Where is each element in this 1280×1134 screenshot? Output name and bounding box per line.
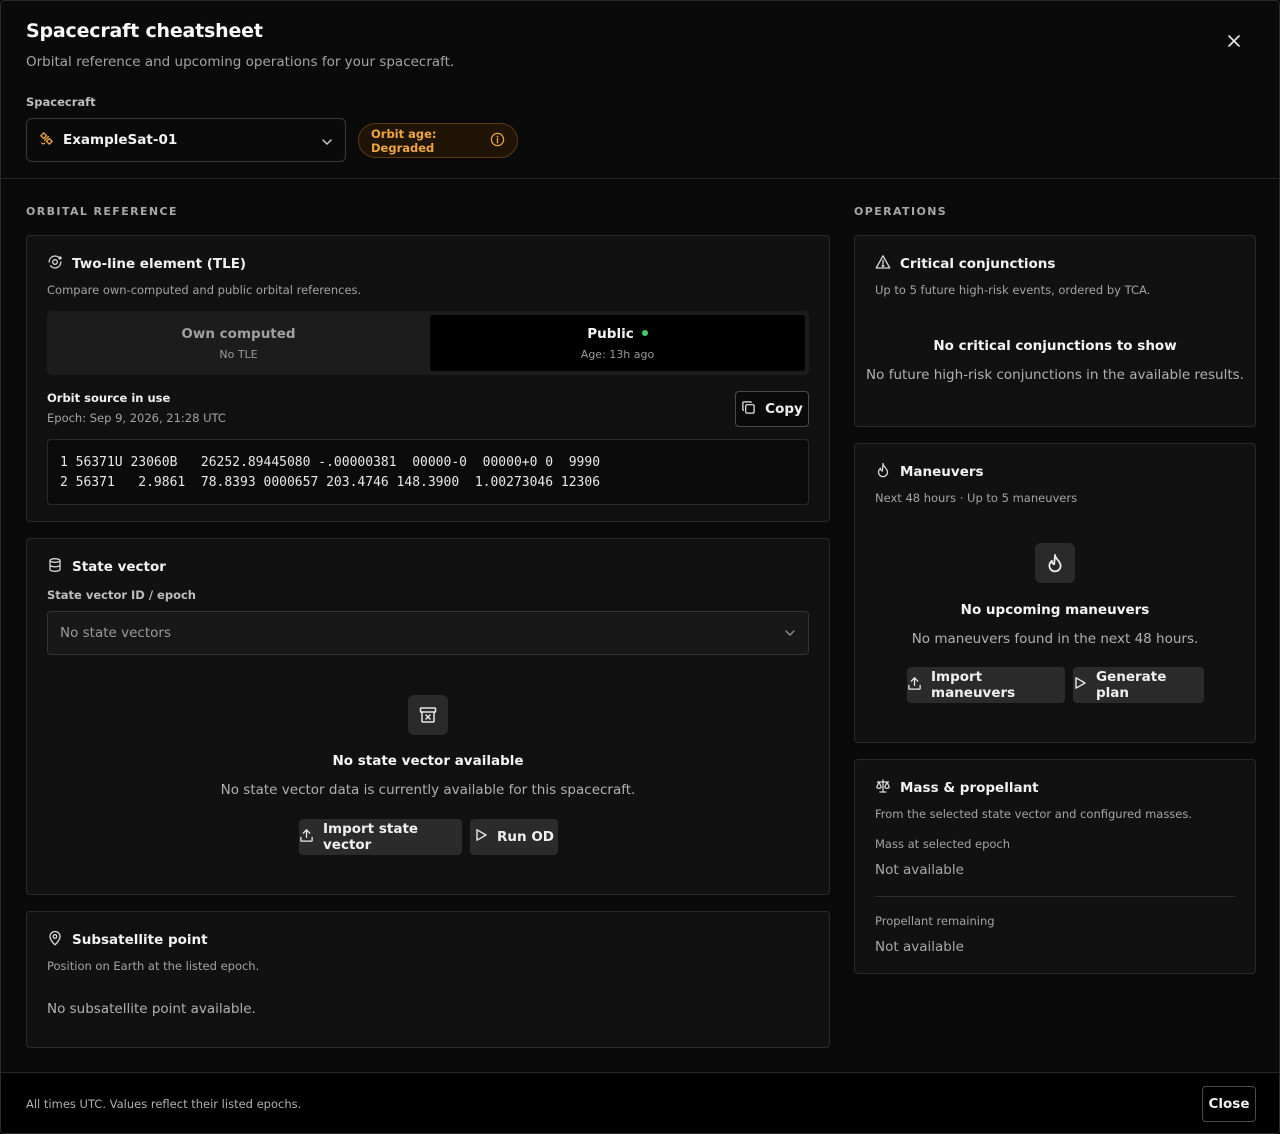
upload-icon	[907, 676, 931, 695]
orbital-reference-heading: ORBITAL REFERENCE	[26, 205, 178, 218]
subsatellite-desc: Position on Earth at the listed epoch.	[47, 959, 260, 973]
orbit-age-text: Orbit age: Degraded	[371, 126, 437, 155]
tle-epoch: Epoch: Sep 9, 2026, 21:28 UTC	[47, 411, 226, 425]
propellant-value: Not available	[875, 939, 964, 955]
dialog-header: Spacecraft cheatsheet Orbital reference …	[1, 1, 1279, 179]
subsatellite-card: Subsatellite point Position on Earth at …	[26, 911, 830, 1048]
dialog-subtitle: Orbital reference and upcoming operation…	[26, 54, 455, 70]
subsatellite-empty: No subsatellite point available.	[47, 1001, 256, 1017]
divider	[875, 896, 1235, 897]
copy-icon	[741, 400, 765, 419]
state-vector-field-label: State vector ID / epoch	[47, 588, 196, 602]
close-label: Close	[1208, 1096, 1250, 1112]
state-vector-title-text: State vector	[72, 559, 166, 575]
import-maneuvers-label: Import maneuvers	[931, 669, 1016, 701]
mass-label: Mass at selected epoch	[875, 837, 1011, 851]
state-vector-select-value: No state vectors	[60, 625, 171, 641]
map-pin-icon	[47, 930, 72, 950]
run-od-button[interactable]: Run OD	[470, 819, 558, 855]
operations-heading: OPERATIONS	[854, 205, 948, 218]
conjunctions-empty-desc: No future high-risk conjunctions in the …	[866, 367, 1244, 383]
own-computed-label: Own computed	[181, 325, 296, 342]
chevron-down-icon	[784, 627, 796, 643]
tab-own-computed[interactable]: Own computed No TLE	[47, 311, 430, 375]
tle-text-block[interactable]: 1 56371U 23060B 26252.89445080 -.0000038…	[47, 439, 809, 505]
orbit-source-label: Orbit source in use	[47, 391, 171, 405]
mass-propellant-card: Mass & propellant From the selected stat…	[854, 759, 1256, 974]
play-icon	[474, 828, 497, 846]
maneuvers-desc: Next 48 hours · Up to 5 maneuvers	[875, 491, 1078, 505]
maneuvers-card: Maneuvers Next 48 hours · Up to 5 maneuv…	[854, 443, 1256, 743]
state-vector-empty-desc: No state vector data is currently availa…	[220, 782, 636, 798]
tle-title: Two-line element (TLE)	[47, 254, 246, 274]
warning-icon	[875, 254, 900, 274]
mass-value: Not available	[875, 862, 964, 878]
tle-title-text: Two-line element (TLE)	[72, 256, 247, 272]
tle-desc: Compare own-computed and public orbital …	[47, 283, 362, 297]
conjunctions-card: Critical conjunctions Up to 5 future hig…	[854, 235, 1256, 427]
generate-plan-button[interactable]: Generate plan	[1073, 667, 1204, 703]
maneuvers-title-text: Maneuvers	[900, 464, 984, 480]
propellant-label: Propellant remaining	[875, 914, 995, 928]
footer-note: All times UTC. Values reflect their list…	[26, 1097, 302, 1111]
play-icon	[1073, 676, 1096, 694]
tle-source-toggle: Own computed No TLE Public Age: 13h ago	[47, 311, 809, 375]
cheatsheet-dialog: Spacecraft cheatsheet Orbital reference …	[0, 0, 1280, 1134]
own-computed-status: No TLE	[219, 347, 258, 361]
state-vector-select[interactable]: No state vectors	[47, 611, 809, 655]
tle-line-2: 2 56371 2.9861 78.8393 0000657 203.4746 …	[60, 475, 601, 490]
close-button[interactable]: Close	[1202, 1086, 1256, 1122]
close-icon[interactable]	[1221, 28, 1247, 54]
chevron-down-icon	[321, 133, 333, 152]
state-vector-card: State vector State vector ID / epoch No …	[26, 538, 830, 895]
run-od-label: Run OD	[497, 829, 554, 845]
mass-title-text: Mass & propellant	[900, 780, 1039, 796]
subsatellite-title-text: Subsatellite point	[72, 932, 208, 948]
satellite-icon	[39, 131, 54, 150]
database-icon	[47, 557, 72, 577]
public-label: Public	[587, 325, 634, 342]
import-maneuvers-button[interactable]: Import maneuvers	[907, 667, 1065, 703]
spacecraft-select[interactable]: ExampleSat-01	[26, 118, 346, 162]
spacecraft-value: ExampleSat-01	[63, 132, 178, 148]
tle-line-1: 1 56371U 23060B 26252.89445080 -.0000038…	[60, 455, 601, 470]
info-icon[interactable]	[490, 132, 505, 150]
state-vector-empty-title: No state vector available	[332, 753, 524, 769]
conjunctions-title: Critical conjunctions	[875, 254, 1055, 274]
scale-icon	[875, 778, 900, 798]
archive-x-icon	[408, 695, 448, 735]
state-vector-title: State vector	[47, 557, 166, 577]
dialog-footer: All times UTC. Values reflect their list…	[1, 1072, 1279, 1133]
spacecraft-label: Spacecraft	[26, 95, 96, 109]
copy-label: Copy	[765, 401, 803, 417]
tle-card: Two-line element (TLE) Compare own-compu…	[26, 235, 830, 522]
flame-icon	[1035, 543, 1075, 583]
import-state-vector-button[interactable]: Import state vector	[299, 819, 462, 855]
conjunctions-empty-title: No critical conjunctions to show	[933, 338, 1177, 354]
conjunctions-desc: Up to 5 future high-risk events, ordered…	[875, 283, 1151, 297]
tab-public[interactable]: Public Age: 13h ago	[430, 315, 805, 371]
status-dot	[641, 329, 648, 336]
upload-icon	[299, 828, 323, 847]
maneuvers-empty-title: No upcoming maneuvers	[960, 602, 1150, 618]
import-state-vector-label: Import state vector	[323, 821, 419, 853]
maneuvers-title: Maneuvers	[875, 462, 984, 482]
mass-title: Mass & propellant	[875, 778, 1039, 798]
copy-button[interactable]: Copy	[735, 391, 809, 427]
dialog-title: Spacecraft cheatsheet	[26, 20, 263, 42]
public-age: Age: 13h ago	[580, 347, 655, 361]
maneuvers-empty-desc: No maneuvers found in the next 48 hours.	[911, 631, 1199, 647]
generate-plan-label: Generate plan	[1096, 669, 1167, 701]
flame-icon	[875, 462, 900, 482]
mass-desc: From the selected state vector and confi…	[875, 807, 1193, 821]
conjunctions-title-text: Critical conjunctions	[900, 256, 1056, 272]
orbit-icon	[47, 254, 72, 274]
orbit-age-badge[interactable]: Orbit age: Degraded	[358, 123, 518, 158]
subsatellite-title: Subsatellite point	[47, 930, 208, 950]
